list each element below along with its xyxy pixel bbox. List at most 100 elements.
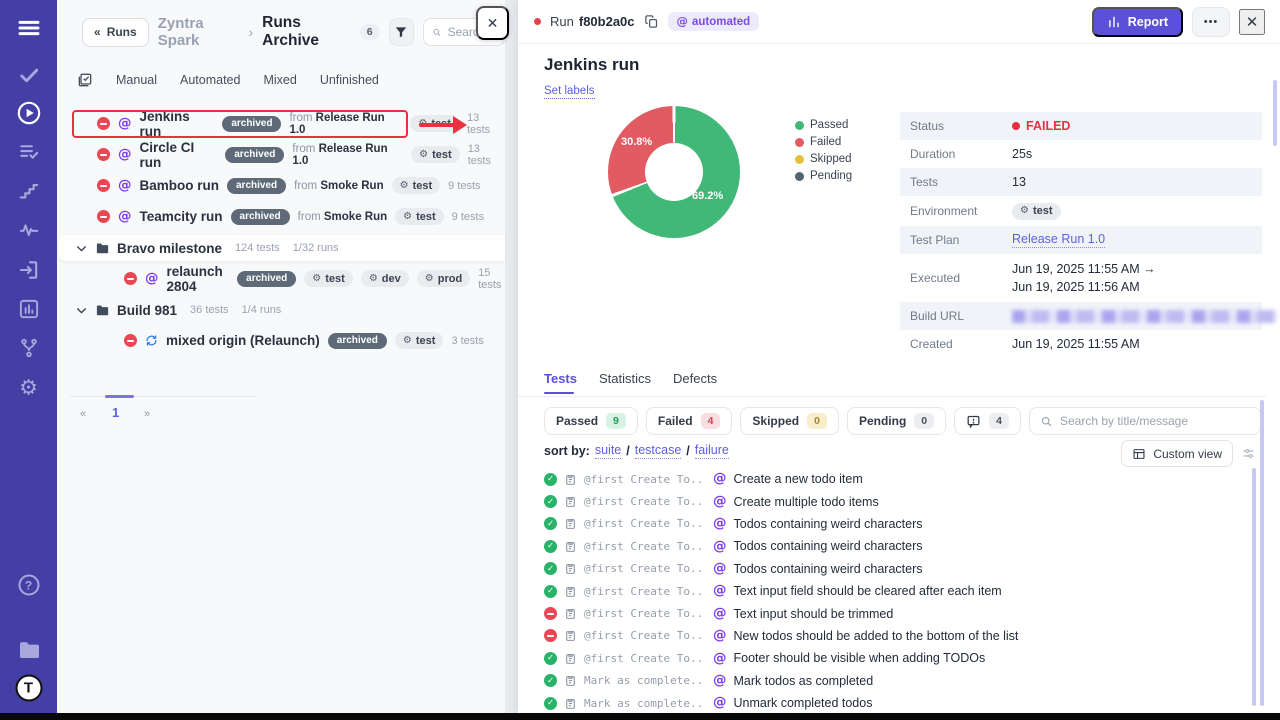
- close-list-button[interactable]: ✕: [476, 6, 509, 40]
- runs-list: @Jenkins runarchivedfrom Release Run 1.0…: [57, 108, 505, 356]
- tests-search[interactable]: [1029, 407, 1261, 435]
- test-row[interactable]: ✓@first Create To...@Create a new todo i…: [544, 468, 1246, 490]
- sidebar-import-icon[interactable]: [17, 259, 40, 282]
- test-row[interactable]: ✓@first Create To...@Footer should be vi…: [544, 647, 1246, 669]
- sidebar-gear-icon[interactable]: ⚙: [19, 378, 38, 399]
- scrollbar-thumb-outer[interactable]: [1273, 80, 1277, 146]
- filter-pending-button[interactable]: Pending0: [847, 407, 946, 435]
- info-text: 13: [1012, 175, 1026, 189]
- environment-name: test: [432, 149, 452, 161]
- pagination-page-1[interactable]: 1: [112, 405, 119, 420]
- folder-row[interactable]: Build 98136 tests1/4 runs: [57, 297, 505, 323]
- select-all-icon[interactable]: [77, 72, 93, 88]
- info-row-duration: Duration25s: [900, 140, 1262, 168]
- detail-header: Run f80b2a0c @ automated Report ••• ✕: [518, 0, 1280, 44]
- tests-search-input[interactable]: [1060, 414, 1250, 428]
- tab-manual[interactable]: Manual: [116, 73, 157, 87]
- clipboard-icon: [564, 674, 577, 687]
- gear-icon: ⚙: [312, 274, 321, 284]
- environment-name: test: [416, 335, 436, 347]
- sidebar-menu-icon[interactable]: [15, 15, 42, 42]
- sort-link-testcase[interactable]: testcase: [635, 443, 682, 459]
- run-row[interactable]: @Teamcity runarchivedfrom Smoke Run⚙test…: [57, 201, 505, 232]
- folder-icon: [95, 303, 110, 318]
- comments-filter-button[interactable]: 4: [954, 407, 1021, 435]
- sidebar-check-icon[interactable]: [17, 64, 40, 87]
- tab-defects[interactable]: Defects: [673, 371, 717, 394]
- run-row[interactable]: mixed origin (Relaunch)archived⚙test3 te…: [57, 325, 505, 356]
- legend-item-failed: Failed: [795, 136, 852, 148]
- filter-button[interactable]: [389, 18, 414, 46]
- close-detail-button[interactable]: ✕: [1239, 9, 1265, 35]
- test-suite-name: @first Create To...: [584, 473, 706, 486]
- legend-dot: [795, 121, 804, 130]
- sidebar-list-check-icon[interactable]: [17, 141, 40, 164]
- tab-automated[interactable]: Automated: [180, 73, 240, 87]
- sidebar-folder-icon[interactable]: [17, 638, 41, 662]
- sidebar-avatar-t[interactable]: T: [15, 675, 42, 702]
- filter-label: Passed: [556, 414, 598, 428]
- report-button[interactable]: Report: [1092, 7, 1183, 37]
- archived-badge: archived: [237, 271, 296, 287]
- scrollbar-thumb-tests[interactable]: [1252, 468, 1256, 706]
- gear-icon: ⚙: [369, 274, 378, 284]
- sidebar-help-icon[interactable]: ?: [18, 575, 39, 596]
- sidebar-steps-icon[interactable]: [18, 180, 40, 202]
- passed-check-icon: ✓: [544, 562, 557, 575]
- filter-failed-button[interactable]: Failed4: [646, 407, 733, 435]
- test-row[interactable]: ✓@first Create To...@Todos containing we…: [544, 535, 1246, 557]
- filter-passed-button[interactable]: Passed 9: [544, 407, 638, 435]
- pagination-next[interactable]: »: [144, 408, 150, 420]
- sort-link-failure[interactable]: failure: [695, 443, 729, 459]
- run-row[interactable]: @Jenkins runarchivedfrom Release Run 1.0…: [57, 108, 505, 139]
- scrollbar-thumb-panel[interactable]: [1260, 400, 1264, 706]
- environment-badge: ⚙dev: [361, 270, 409, 287]
- test-row[interactable]: @first Create To...@New todos should be …: [544, 625, 1246, 647]
- test-title: Text input should be trimmed: [734, 607, 894, 621]
- sidebar-chart-box-icon[interactable]: [17, 298, 40, 321]
- test-row[interactable]: ✓Mark as complete...@Unmark completed to…: [544, 692, 1246, 714]
- run-row[interactable]: @Circle CI runarchivedfrom Release Run 1…: [57, 139, 505, 170]
- test-row[interactable]: ✓@first Create To...@Todos containing we…: [544, 558, 1246, 580]
- info-row-created: CreatedJun 19, 2025 11:55 AM: [900, 330, 1262, 358]
- tab-tests[interactable]: Tests: [544, 371, 577, 394]
- run-row[interactable]: @Bamboo runarchivedfrom Smoke Run⚙test9 …: [57, 170, 505, 201]
- sort-row: sort by:suite/testcase/failure: [544, 443, 729, 459]
- view-settings-icon[interactable]: [1241, 446, 1256, 461]
- run-id: f80b2a0c: [579, 14, 635, 29]
- automated-test-icon: @: [713, 696, 727, 710]
- test-row[interactable]: ✓@first Create To...@Todos containing we…: [544, 513, 1246, 535]
- sidebar-pulse-icon[interactable]: [18, 219, 40, 241]
- test-row[interactable]: ✓@first Create To...@Create multiple tod…: [544, 490, 1246, 512]
- environment-badge: ⚙test: [392, 177, 441, 194]
- info-row-environment: Environment⚙test: [900, 196, 1262, 226]
- more-menu-button[interactable]: •••: [1192, 7, 1230, 37]
- pagination-prev[interactable]: «: [80, 408, 86, 420]
- set-labels-link[interactable]: Set labels: [544, 85, 595, 99]
- bar-chart-icon: [1107, 15, 1121, 29]
- breadcrumb-project[interactable]: Zyntra Spark: [158, 15, 240, 49]
- sidebar-branch-icon[interactable]: [18, 337, 40, 359]
- test-plan-link[interactable]: Release Run 1.0: [1012, 232, 1105, 248]
- clipboard-icon: [564, 585, 577, 598]
- folder-row[interactable]: Bravo milestone124 tests1/32 runs: [59, 235, 505, 261]
- test-row[interactable]: @first Create To...@Text input should be…: [544, 602, 1246, 624]
- info-value: 13: [1012, 175, 1026, 189]
- filter-skipped-button[interactable]: Skipped0: [740, 407, 839, 435]
- filter-count-badge: 9: [606, 413, 626, 429]
- test-row[interactable]: ✓@first Create To...@Text input field sh…: [544, 580, 1246, 602]
- tab-mixed[interactable]: Mixed: [263, 73, 296, 87]
- sidebar-play-circle-icon[interactable]: [16, 100, 42, 126]
- run-row[interactable]: @relaunch 2804archived⚙test⚙dev⚙prod15 t…: [57, 263, 505, 294]
- test-suite-name: Mark as complete...: [584, 674, 706, 687]
- sort-separator: /: [626, 444, 629, 458]
- copy-icon[interactable]: [644, 14, 659, 29]
- automated-test-icon: @: [713, 629, 727, 643]
- tab-statistics[interactable]: Statistics: [599, 371, 651, 394]
- custom-view-button[interactable]: Custom view: [1121, 440, 1233, 467]
- tests-list: ✓@first Create To...@Create a new todo i…: [544, 468, 1246, 714]
- test-row[interactable]: ✓Mark as complete...@Mark todos as compl…: [544, 670, 1246, 692]
- back-to-runs-button[interactable]: « Runs: [82, 18, 149, 47]
- sort-link-suite[interactable]: suite: [595, 443, 621, 459]
- tab-unfinished[interactable]: Unfinished: [320, 73, 379, 87]
